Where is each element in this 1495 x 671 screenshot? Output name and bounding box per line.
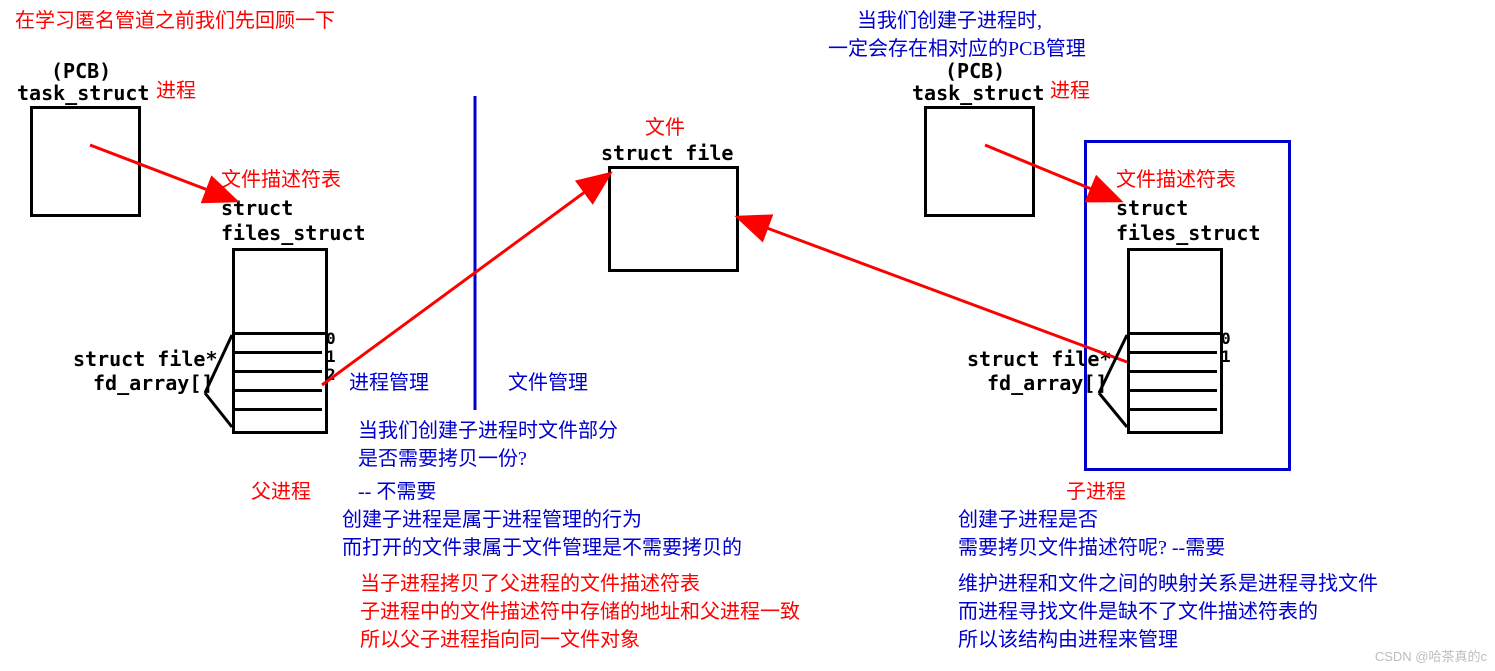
right-struct-file-ptr: struct file* <box>967 346 1112 373</box>
file-label: 文件 <box>645 115 685 142</box>
right-fd-array: fd_array[] <box>987 370 1107 397</box>
right-fdarray-box <box>1127 332 1223 434</box>
struct-file-box <box>608 166 739 272</box>
left-n2: 2 <box>326 364 336 386</box>
left-fd-array: fd_array[] <box>93 370 213 397</box>
right-n1: 1 <box>1221 346 1231 368</box>
right-files-struct: files_struct <box>1116 220 1261 247</box>
right-pcb-box <box>924 106 1035 217</box>
center-q2: 是否需要拷贝一份? <box>358 446 527 473</box>
center-r2: 子进程中的文件描述符中存储的地址和父进程一致 <box>360 599 800 626</box>
top-blue-line-1: 当我们创建子进程时, <box>857 8 1042 35</box>
right-row-2 <box>1127 370 1217 373</box>
center-q3: -- 不需要 <box>358 479 436 506</box>
left-row-1 <box>232 351 322 354</box>
right-row-4 <box>1127 408 1217 411</box>
right-b3: 维护进程和文件之间的映射关系是进程寻找文件 <box>958 571 1378 598</box>
center-q1: 当我们创建子进程时文件部分 <box>358 418 618 445</box>
left-row-4 <box>232 408 322 411</box>
right-b4: 而进程寻找文件是缺不了文件描述符表的 <box>958 599 1318 626</box>
center-q5: 而打开的文件隶属于文件管理是不需要拷贝的 <box>342 535 742 562</box>
center-q4: 创建子进程是属于进程管理的行为 <box>342 507 642 534</box>
right-process-label: 进程 <box>1050 78 1090 105</box>
child-process-label: 子进程 <box>1066 479 1126 506</box>
parent-process-label: 父进程 <box>251 479 311 506</box>
right-b1: 创建子进程是否 <box>958 507 1098 534</box>
struct-file-text: struct file <box>601 140 733 167</box>
right-task-struct: task_struct <box>912 80 1044 107</box>
left-mgmt-label: 进程管理 <box>349 370 429 397</box>
right-fd-table-label: 文件描述符表 <box>1116 167 1236 194</box>
left-struct-file-ptr: struct file* <box>73 346 218 373</box>
left-task-struct: task_struct <box>17 80 149 107</box>
title: 在学习匿名管道之前我们先回顾一下 <box>15 8 335 35</box>
left-struct-txt: struct <box>221 195 293 222</box>
right-b5: 所以该结构由进程来管理 <box>958 627 1178 654</box>
right-mgmt-label: 文件管理 <box>508 370 588 397</box>
center-r3: 所以父子进程指向同一文件对象 <box>360 627 640 654</box>
watermark: CSDN @哈茶真的c <box>1375 646 1487 665</box>
left-pcb-box <box>30 106 141 217</box>
right-struct-txt: struct <box>1116 195 1188 222</box>
left-process-label: 进程 <box>156 78 196 105</box>
right-row-3 <box>1127 389 1217 392</box>
center-r1: 当子进程拷贝了父进程的文件描述符表 <box>360 571 700 598</box>
left-fdarray-box <box>232 332 328 434</box>
right-b2: 需要拷贝文件描述符呢? --需要 <box>958 535 1225 562</box>
left-files-struct: files_struct <box>221 220 366 247</box>
right-row-1 <box>1127 351 1217 354</box>
left-row-3 <box>232 389 322 392</box>
left-row-2 <box>232 370 322 373</box>
left-fd-table-label: 文件描述符表 <box>221 167 341 194</box>
